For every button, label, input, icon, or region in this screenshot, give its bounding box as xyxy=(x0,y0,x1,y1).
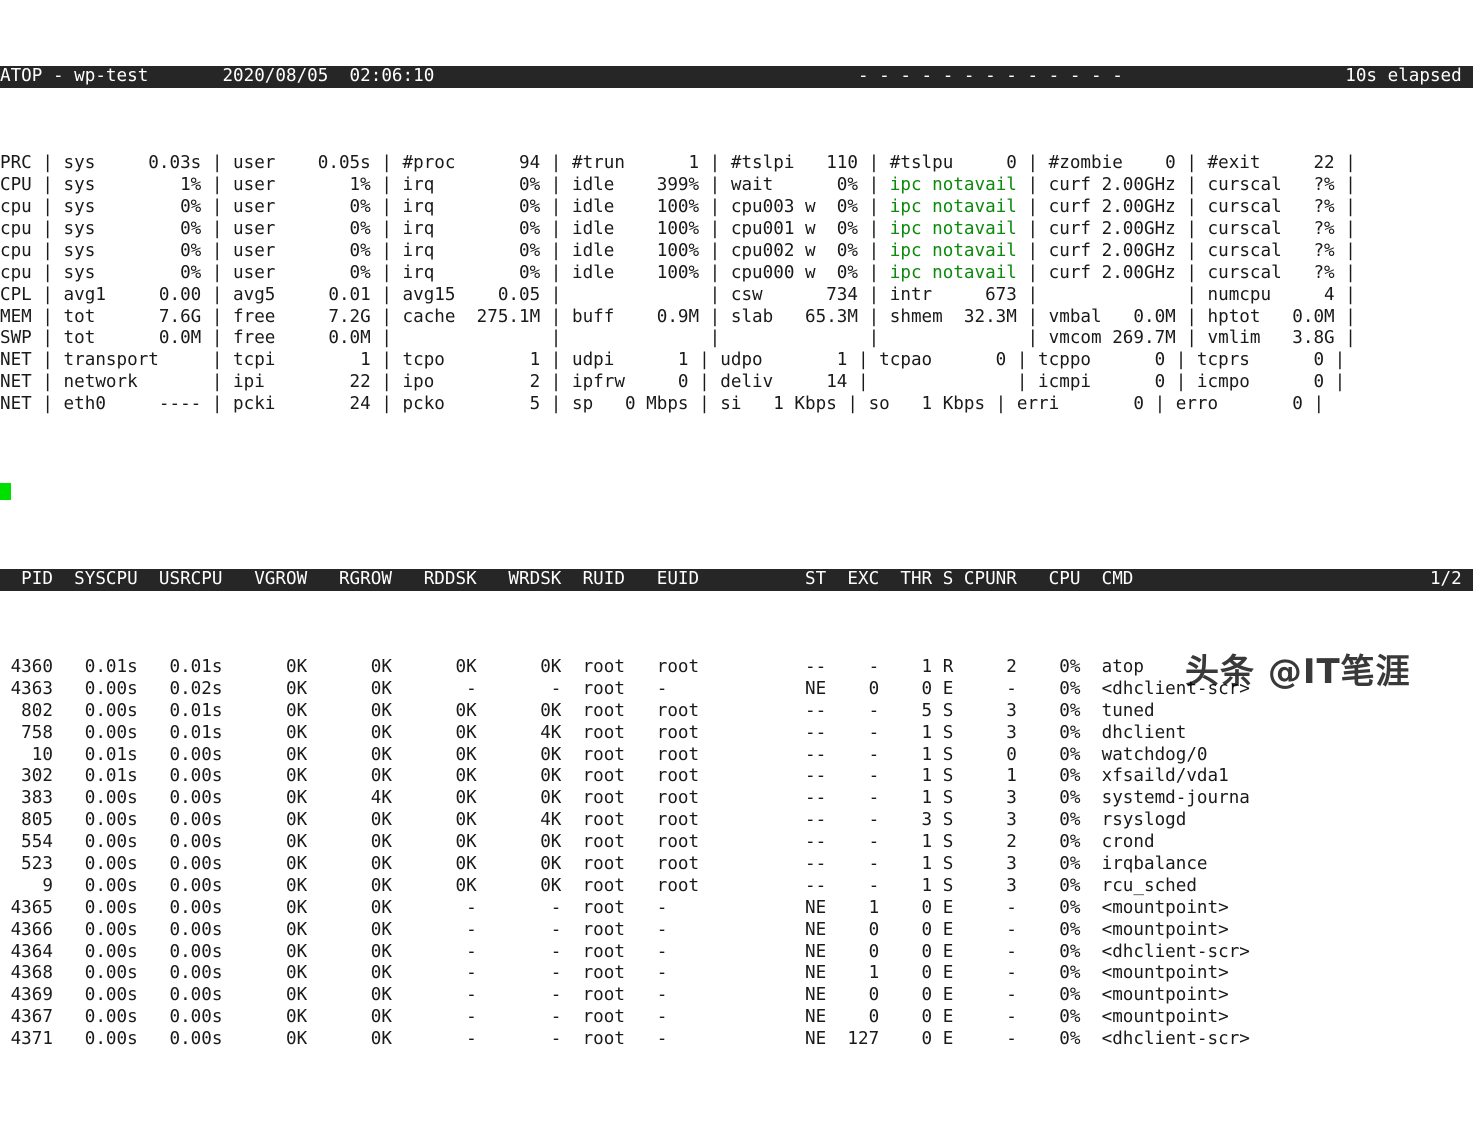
process-row[interactable]: 554 0.00s 0.00s 0K 0K 0K 0K root root --… xyxy=(0,832,1473,854)
atop-terminal-screen: ATOP - wp-test 2020/08/05 02:06:10 - - -… xyxy=(0,0,1473,1049)
sys-stat-text: cpu | sys 0% | user 0% | irq 0% | idle 1… xyxy=(0,262,890,283)
sys-stat-row: PRC | sys 0.03s | user 0.05s | #proc 94 … xyxy=(0,153,1473,174)
sys-stat-row: NET | network | ipi 22 | ipo 2 | ipfrw 0… xyxy=(0,372,1473,393)
cursor-line xyxy=(0,482,1473,504)
sys-stat-text: | curf 2.00GHz | curscal ?% | xyxy=(1016,219,1473,239)
sys-stat-text: | curf 2.00GHz | curscal ?% | xyxy=(1016,240,1473,261)
process-row[interactable]: 805 0.00s 0.00s 0K 0K 0K 4K root root --… xyxy=(0,810,1473,832)
ipc-notavail-label: ipc notavail xyxy=(889,175,1017,196)
process-row[interactable]: 302 0.01s 0.00s 0K 0K 0K 0K root root --… xyxy=(0,766,1473,788)
process-row[interactable]: 4360 0.01s 0.01s 0K 0K 0K 0K root root -… xyxy=(0,657,1473,679)
system-stats-block: PRC | sys 0.03s | user 0.05s | #proc 94 … xyxy=(0,153,1473,416)
sys-stat-row: NET | transport | tcpi 1 | tcpo 1 | udpi… xyxy=(0,350,1473,371)
atop-title-bar: ATOP - wp-test 2020/08/05 02:06:10 - - -… xyxy=(0,65,1473,88)
sys-stat-text: cpu | sys 0% | user 0% | irq 0% | idle 1… xyxy=(0,240,890,261)
process-table-body: 4360 0.01s 0.01s 0K 0K 0K 0K root root -… xyxy=(0,657,1473,1051)
process-row[interactable]: 4368 0.00s 0.00s 0K 0K - - root - NE 1 0… xyxy=(0,963,1473,985)
ipc-notavail-label: ipc notavail xyxy=(889,219,1017,239)
sys-stat-row: CPL | avg1 0.00 | avg5 0.01 | avg15 0.05… xyxy=(0,284,1473,305)
process-row[interactable]: 758 0.00s 0.01s 0K 0K 0K 4K root root --… xyxy=(0,723,1473,745)
sys-stat-text: | curf 2.00GHz | curscal ?% | xyxy=(1016,197,1473,218)
process-row[interactable]: 4363 0.00s 0.02s 0K 0K - - root - NE 0 0… xyxy=(0,679,1473,701)
sys-stat-row: cpu | sys 0% | user 0% | irq 0% | idle 1… xyxy=(0,263,1473,285)
sys-stat-text: | curf 2.00GHz | curscal ?% | xyxy=(1016,262,1473,283)
process-row[interactable]: 802 0.00s 0.01s 0K 0K 0K 0K root root --… xyxy=(0,701,1473,723)
process-row[interactable]: 4364 0.00s 0.00s 0K 0K - - root - NE 0 0… xyxy=(0,942,1473,964)
ipc-notavail-label: ipc notavail xyxy=(889,240,1017,261)
sys-stat-text: cpu | sys 0% | user 0% | irq 0% | idle 1… xyxy=(0,219,890,239)
terminal-cursor xyxy=(0,482,11,500)
sys-stat-text: | curf 2.00GHz | curscal ?% | xyxy=(1016,175,1473,196)
sys-stat-row: SWP | tot 0.0M | free 0.0M | | | | | vmc… xyxy=(0,328,1473,349)
process-row[interactable]: 4369 0.00s 0.00s 0K 0K - - root - NE 0 0… xyxy=(0,985,1473,1007)
process-row[interactable]: 523 0.00s 0.00s 0K 0K 0K 0K root root --… xyxy=(0,854,1473,876)
sys-stat-text: CPU | sys 1% | user 1% | irq 0% | idle 3… xyxy=(0,175,890,196)
ipc-notavail-label: ipc notavail xyxy=(889,197,1017,218)
process-row[interactable]: 4365 0.00s 0.00s 0K 0K - - root - NE 1 0… xyxy=(0,898,1473,920)
ipc-notavail-label: ipc notavail xyxy=(889,262,1017,283)
process-table-header: PID SYSCPU USRCPU VGROW RGROW RDDSK WRDS… xyxy=(0,569,1473,592)
sys-stat-row: CPU | sys 1% | user 1% | irq 0% | idle 3… xyxy=(0,175,1473,197)
sys-stat-row: cpu | sys 0% | user 0% | irq 0% | idle 1… xyxy=(0,219,1473,241)
process-row[interactable]: 383 0.00s 0.00s 0K 4K 0K 0K root root --… xyxy=(0,788,1473,810)
process-row[interactable]: 4367 0.00s 0.00s 0K 0K - - root - NE 0 0… xyxy=(0,1007,1473,1029)
sys-stat-row: cpu | sys 0% | user 0% | irq 0% | idle 1… xyxy=(0,241,1473,263)
process-row[interactable]: 10 0.01s 0.00s 0K 0K 0K 0K root root -- … xyxy=(0,745,1473,767)
sys-stat-row: cpu | sys 0% | user 0% | irq 0% | idle 1… xyxy=(0,197,1473,219)
process-row[interactable]: 4366 0.00s 0.00s 0K 0K - - root - NE 0 0… xyxy=(0,920,1473,942)
process-row[interactable]: 9 0.00s 0.00s 0K 0K 0K 0K root root -- -… xyxy=(0,876,1473,898)
process-row[interactable]: 4371 0.00s 0.00s 0K 0K - - root - NE 127… xyxy=(0,1029,1473,1051)
sys-stat-row: MEM | tot 7.6G | free 7.2G | cache 275.1… xyxy=(0,306,1473,327)
sys-stat-row: NET | eth0 ---- | pcki 24 | pcko 5 | sp … xyxy=(0,394,1473,415)
sys-stat-text: cpu | sys 0% | user 0% | irq 0% | idle 1… xyxy=(0,197,890,218)
